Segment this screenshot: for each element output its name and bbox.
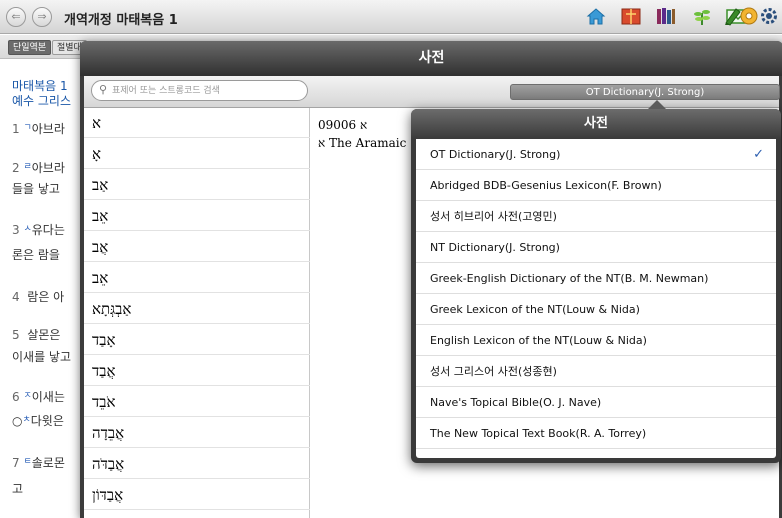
dictionary-option[interactable]: 성서 그리스어 사전(성종현) bbox=[416, 356, 776, 387]
dictionary-option[interactable]: Greek-English Dictionary of the NT(B. M.… bbox=[416, 263, 776, 294]
verse-line[interactable]: 고 bbox=[12, 480, 23, 497]
search-field[interactable]: ⚲ bbox=[91, 80, 308, 101]
dictionary-option[interactable]: 성서 히브리어 사전(고영민) bbox=[416, 201, 776, 232]
tab-single-version[interactable]: 단일역본 bbox=[8, 40, 52, 55]
verse-line[interactable]: 1 ㄱ아브라 bbox=[12, 120, 65, 137]
dictionary-chooser-popover: 사전 OT Dictionary(J. Strong) ✓ Abridged BD… bbox=[411, 100, 781, 463]
headword-item[interactable]: אֲבַדּוֹן bbox=[84, 480, 310, 510]
verse-line[interactable]: 2 ㄹ아브라 bbox=[12, 159, 65, 176]
dictionary-selector-button[interactable]: OT Dictionary(J. Strong) bbox=[510, 84, 780, 100]
section-heading: 예수 그리스 bbox=[12, 94, 72, 108]
top-toolbar: ⇐ ⇒ 개역개정 마태복음 1 bbox=[0, 0, 782, 34]
dictionary-option[interactable]: Nave's Topical Bible(O. J. Nave) bbox=[416, 387, 776, 418]
gear-icon[interactable] bbox=[757, 5, 781, 29]
dictionary-option[interactable]: Abridged BDB-Gesenius Lexicon(F. Brown) bbox=[416, 170, 776, 201]
bible-book-icon[interactable] bbox=[619, 5, 643, 29]
dictionary-option[interactable]: NT Dictionary(J. Strong) bbox=[416, 232, 776, 263]
headword-item[interactable]: אֲבֵדָה bbox=[84, 418, 310, 448]
verse-line[interactable]: ○ㅊ다윗은 bbox=[12, 412, 64, 429]
dictionary-option[interactable]: English Lexicon of the NT(Louw & Nida) bbox=[416, 325, 776, 356]
dictionary-option[interactable]: The New Topical Text Book(R. A. Torrey) bbox=[416, 418, 776, 449]
checkmark-icon: ✓ bbox=[753, 147, 764, 162]
headword-item[interactable]: אַבְגְּתָא bbox=[84, 294, 310, 324]
headword-list[interactable]: א אָ אַב אֵב אֲב אֵב אַבְגְּתָא אָבַד אֲ… bbox=[84, 108, 310, 518]
headword-item[interactable]: אָבַד bbox=[84, 325, 310, 355]
headword-item[interactable]: אֵב bbox=[84, 201, 310, 231]
entry-strong-number: 09006 א bbox=[318, 118, 368, 132]
headword-item[interactable]: אַב bbox=[84, 170, 310, 200]
headword-item[interactable]: א bbox=[84, 108, 310, 138]
verse-line[interactable]: 4 람은 아 bbox=[12, 288, 64, 305]
headword-item[interactable]: אֲב bbox=[84, 232, 310, 262]
verse-line[interactable]: 5 살몬은 bbox=[12, 326, 60, 343]
search-input[interactable] bbox=[112, 83, 302, 99]
verse-line[interactable]: 들을 낳고 bbox=[12, 180, 60, 197]
forward-arrow-icon[interactable]: ⇒ bbox=[32, 7, 52, 27]
verse-line[interactable]: 론은 람을 bbox=[12, 246, 60, 263]
bible-text-pane: 마태복음 1 예수 그리스 1 ㄱ아브라 2 ㄹ아브라 들을 낳고 3 ㅅ유다는… bbox=[0, 60, 90, 518]
verse-line[interactable]: 이새를 낳고 bbox=[12, 348, 71, 365]
dictionary-option[interactable]: OT Dictionary(J. Strong) ✓ bbox=[416, 139, 776, 170]
search-icon: ⚲ bbox=[99, 83, 108, 96]
dictionary-search-bar: ⚲ OT Dictionary(J. Strong) bbox=[84, 76, 780, 108]
verse-line[interactable]: 7 ㅌ솔로몬 bbox=[12, 454, 65, 471]
headword-item[interactable]: אָ bbox=[84, 139, 310, 169]
home-icon[interactable] bbox=[584, 5, 608, 29]
toolbar-title: 개역개정 마태복음 1 bbox=[64, 13, 178, 28]
back-arrow-icon[interactable]: ⇐ bbox=[6, 7, 26, 27]
dictionary-option-list: OT Dictionary(J. Strong) ✓ Abridged BDB-G… bbox=[416, 139, 776, 458]
library-icon[interactable] bbox=[654, 5, 678, 29]
plant-icon[interactable] bbox=[690, 5, 714, 29]
headword-item[interactable]: אֲבַדֹּה bbox=[84, 449, 310, 479]
headword-item[interactable]: אֵב bbox=[84, 263, 310, 293]
popover-title: 사전 bbox=[411, 109, 781, 139]
dictionary-title: 사전 bbox=[80, 41, 782, 76]
dictionary-option[interactable]: Greek Lexicon of the NT(Louw & Nida) bbox=[416, 294, 776, 325]
entry-definition: א The Aramaic bbox=[318, 136, 407, 150]
headword-item[interactable]: אֹבֵד bbox=[84, 387, 310, 417]
verse-line[interactable]: 3 ㅅ유다는 bbox=[12, 221, 65, 238]
headword-item[interactable]: אֲבַד bbox=[84, 356, 310, 386]
app-window: ⇐ ⇒ 개역개정 마태복음 1 단일역본 절별대 마태복음 1 예수 그리스 1… bbox=[0, 0, 782, 518]
verse-line[interactable]: 6 ㅈ이새는 bbox=[12, 388, 65, 405]
